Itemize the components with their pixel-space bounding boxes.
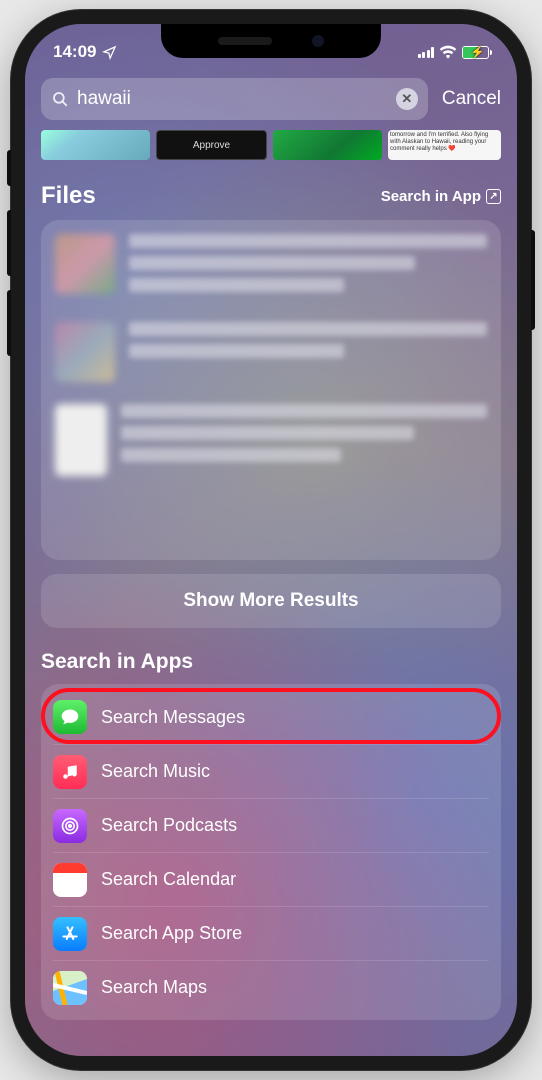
search-in-apps-card: Search Messages Search Music Search Podc… xyxy=(41,684,501,1020)
messages-icon xyxy=(53,700,87,734)
cancel-button[interactable]: Cancel xyxy=(442,88,501,110)
music-icon xyxy=(53,755,87,789)
search-in-app-button[interactable]: Search in App ↗ xyxy=(381,188,501,205)
phone-frame: 14:09 ⚡ ✕ Cancel Approve xyxy=(11,10,531,1070)
maps-icon xyxy=(53,971,87,1005)
notch xyxy=(161,24,381,58)
file-row[interactable] xyxy=(55,404,487,476)
result-approve-thumb[interactable]: Approve xyxy=(156,130,267,160)
files-section-title: Files xyxy=(41,182,96,210)
app-row-podcasts[interactable]: Search Podcasts xyxy=(53,798,489,852)
result-map-thumb[interactable] xyxy=(41,130,150,160)
battery-icon: ⚡ xyxy=(462,46,489,59)
files-card xyxy=(41,220,501,560)
app-label: Search Maps xyxy=(101,977,207,998)
file-thumbnail xyxy=(55,322,115,382)
app-label: Search Messages xyxy=(101,707,245,728)
app-row-calendar[interactable]: Search Calendar xyxy=(53,852,489,906)
search-field[interactable]: ✕ xyxy=(41,78,428,120)
external-link-icon: ↗ xyxy=(486,189,501,204)
location-icon xyxy=(102,45,117,60)
file-thumbnail xyxy=(55,404,107,476)
podcasts-icon xyxy=(53,809,87,843)
app-row-appstore[interactable]: Search App Store xyxy=(53,906,489,960)
app-row-music[interactable]: Search Music xyxy=(53,744,489,798)
result-text-thumb[interactable]: tomorrow and I'm terrified. Also flying … xyxy=(388,130,501,160)
search-in-apps-title: Search in Apps xyxy=(41,650,501,674)
wifi-icon xyxy=(439,45,457,59)
show-more-button[interactable]: Show More Results xyxy=(41,574,501,628)
app-label: Search Music xyxy=(101,761,210,782)
show-more-label: Show More Results xyxy=(183,590,358,612)
app-row-messages[interactable]: Search Messages xyxy=(53,690,489,744)
calendar-icon xyxy=(53,863,87,897)
search-input[interactable] xyxy=(77,88,388,110)
search-icon xyxy=(51,90,69,108)
clear-button[interactable]: ✕ xyxy=(396,88,418,110)
app-label: Search Calendar xyxy=(101,869,236,890)
status-time: 14:09 xyxy=(53,42,96,62)
file-thumbnail xyxy=(55,234,115,294)
app-label: Search Podcasts xyxy=(101,815,237,836)
cellular-icon xyxy=(418,46,435,58)
search-in-app-label: Search in App xyxy=(381,188,481,205)
file-row[interactable] xyxy=(55,322,487,382)
app-label: Search App Store xyxy=(101,923,242,944)
appstore-icon xyxy=(53,917,87,951)
app-row-maps[interactable]: Search Maps xyxy=(53,960,489,1014)
result-photo-thumb[interactable] xyxy=(273,130,382,160)
result-strip: Approve tomorrow and I'm terrified. Also… xyxy=(41,130,501,160)
screen: 14:09 ⚡ ✕ Cancel Approve xyxy=(25,24,517,1056)
file-row[interactable] xyxy=(55,234,487,300)
